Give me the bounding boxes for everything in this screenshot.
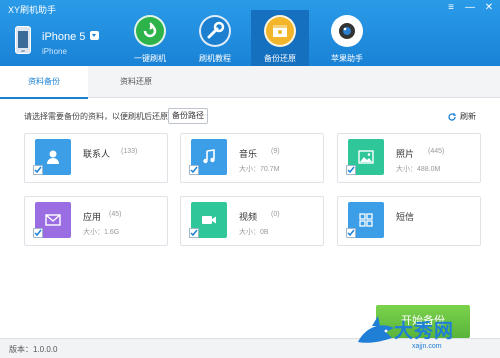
device-name: iPhone 5 [42, 31, 86, 43]
nav-backup-restore[interactable]: 备份还原 [251, 10, 309, 66]
backup-card-contacts[interactable]: 联系人 (133) [24, 133, 168, 183]
backup-hint: 请选择需要备份的资料，以便刷机后还原: [24, 112, 171, 121]
window-controls: ≡ — ✕ [446, 3, 494, 13]
backup-card-music[interactable]: 音乐 (9) 大小：70.7M [180, 133, 324, 183]
watermark-url: xajjn.com [412, 343, 442, 350]
nav-label: 一键刷机 [134, 54, 166, 63]
sms-checkbox[interactable] [346, 228, 356, 238]
refresh-icon [448, 112, 456, 121]
card-count: (133) [121, 148, 138, 155]
card-size: 大小：70.7M [239, 166, 280, 173]
card-count: (9) [271, 148, 280, 155]
nav-flash-tutorial[interactable]: 刷机教程 [186, 10, 244, 66]
tab-data-restore[interactable]: 资料还原 [92, 66, 180, 98]
close-icon[interactable]: ✕ [484, 3, 494, 13]
refresh-circle-icon [134, 15, 166, 47]
tab-data-backup[interactable]: 资料备份 [0, 66, 88, 99]
card-size: 大小：488.0M [396, 166, 441, 173]
backup-path-button[interactable]: 备份路径 [168, 108, 208, 124]
contacts-checkbox[interactable] [33, 165, 43, 175]
tab-bar: 资料备份 资料还原 [0, 66, 500, 99]
videos-checkbox[interactable] [189, 228, 199, 238]
backup-card-sms[interactable]: 短信 [337, 196, 481, 246]
card-name: 应用 [83, 212, 102, 222]
app-title: XY刷机助手 [8, 5, 57, 15]
backup-card-apps[interactable]: 应用 (45) 大小：1.6G [24, 196, 168, 246]
title-bar: XY刷机助手 ≡ — ✕ iPhone 5 iPhone 一键刷机 刷机教程 备… [0, 0, 500, 66]
version-label: 版本：1.0.0.0 [9, 345, 58, 354]
card-name: 短信 [396, 212, 415, 222]
card-name: 音乐 [239, 149, 258, 159]
nav-one-click-flash[interactable]: 一键刷机 [121, 10, 179, 66]
archive-box-icon [264, 15, 296, 47]
nav-apple-assistant[interactable]: 苹果助手 [318, 10, 376, 66]
apps-checkbox[interactable] [33, 228, 43, 238]
card-name: 照片 [396, 149, 415, 159]
wrench-icon [199, 15, 231, 47]
shark-logo-icon [358, 316, 394, 343]
backup-card-photos[interactable]: 照片 (445) 大小：488.0M [337, 133, 481, 183]
photos-checkbox[interactable] [346, 165, 356, 175]
card-size: 大小：1.6G [83, 229, 120, 236]
camera-lens-icon [331, 15, 363, 47]
card-count: (0) [271, 211, 280, 218]
refresh-label: 刷新 [460, 112, 476, 121]
phone-icon [15, 26, 31, 54]
nav-label: 刷机教程 [199, 54, 231, 63]
card-count: (45) [109, 211, 122, 218]
card-size: 大小：0B [239, 229, 269, 236]
watermark: 大秀网 xajjn.com [354, 310, 500, 358]
device-model: iPhone [42, 47, 67, 56]
nav-label: 备份还原 [264, 54, 296, 63]
backup-card-videos[interactable]: 视频 (0) 大小：0B [180, 196, 324, 246]
card-count: (445) [428, 148, 445, 155]
card-name: 联系人 [83, 149, 111, 159]
menu-icon[interactable]: ≡ [446, 3, 456, 13]
card-name: 视频 [239, 212, 258, 222]
device-dropdown-button[interactable] [90, 31, 99, 40]
watermark-text: 大秀网 [394, 320, 455, 342]
refresh-button[interactable]: 刷新 [447, 111, 476, 122]
music-checkbox[interactable] [189, 165, 199, 175]
minimize-icon[interactable]: — [465, 3, 475, 13]
nav-label: 苹果助手 [331, 54, 363, 63]
